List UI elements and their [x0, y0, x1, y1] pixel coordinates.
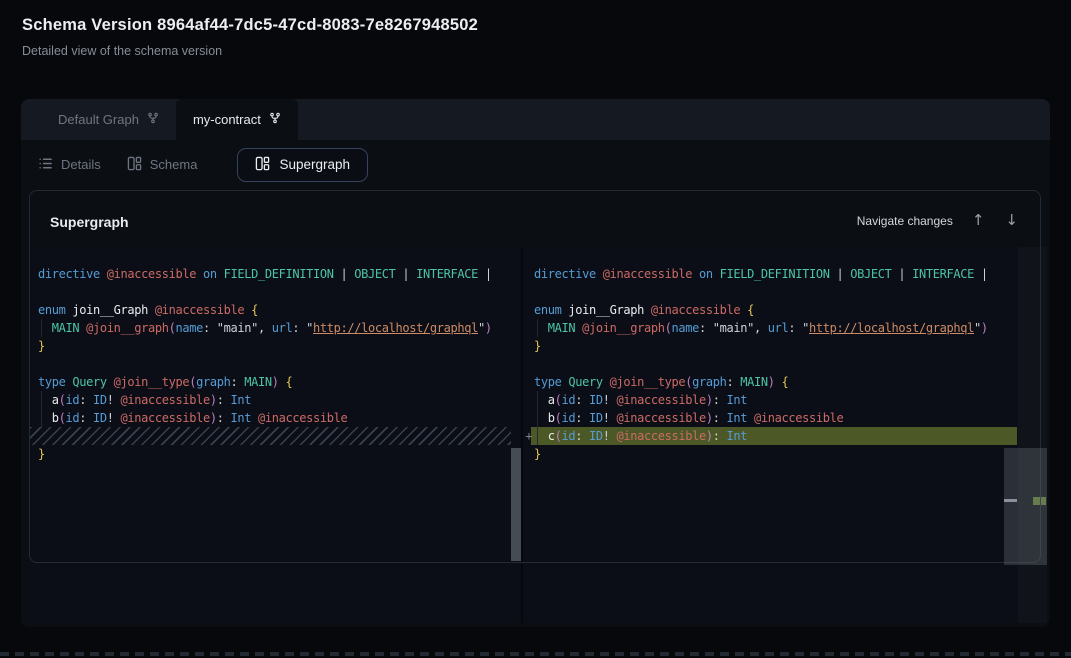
code-line: MAIN @join__graph(name: "main", url: "ht… — [534, 319, 1004, 337]
section-title: Supergraph — [50, 214, 129, 230]
code-line: type Query @join__type(graph: MAIN) { — [38, 373, 511, 391]
tab-label: Supergraph — [279, 157, 350, 172]
navigate-changes-label: Navigate changes — [857, 214, 953, 228]
code-line — [534, 283, 1004, 301]
indent-guide — [537, 391, 538, 445]
arrow-up-icon: ↑ — [972, 211, 985, 229]
code-line: b(id: ID! @inaccessible): Int @inaccessi… — [38, 409, 511, 427]
tab-label: Default Graph — [58, 112, 139, 127]
insert-sign: + — [522, 427, 536, 445]
bottom-dashed-divider — [0, 652, 1071, 656]
diff-editor: directive @inaccessible on FIELD_DEFINIT… — [30, 247, 1047, 623]
panels-icon — [255, 156, 270, 174]
diff-modified-pane[interactable]: directive @inaccessible on FIELD_DEFINIT… — [523, 247, 1004, 623]
code-line: enum join__Graph @inaccessible { — [534, 301, 1004, 319]
tab-label: my-contract — [193, 112, 261, 127]
added-code-line: c(id: ID! @inaccessible): Int — [534, 427, 1004, 445]
left-scrollbar-thumb[interactable] — [511, 448, 521, 561]
code-line: directive @inaccessible on FIELD_DEFINIT… — [38, 265, 511, 283]
tab-label: Schema — [150, 157, 198, 172]
code-line: a(id: ID! @inaccessible): Int — [38, 391, 511, 409]
code-line: directive @inaccessible on FIELD_DEFINIT… — [534, 265, 1004, 283]
code-line: } — [534, 445, 1004, 463]
tab-supergraph[interactable]: Supergraph — [237, 148, 368, 182]
code-line: type Query @join__type(graph: MAIN) { — [534, 373, 1004, 391]
tab-default-graph[interactable]: Default Graph — [41, 99, 176, 140]
code-line — [534, 355, 1004, 373]
code-link[interactable]: http://localhost/graphql — [313, 321, 478, 335]
screen: Schema Version 8964af44-7dc5-47cd-8083-7… — [0, 0, 1071, 658]
view-tabs: Details Schema Supergraph — [21, 140, 1050, 189]
diff-original-pane[interactable]: directive @inaccessible on FIELD_DEFINIT… — [30, 247, 511, 623]
right-scrollbar-thumb[interactable] — [1004, 448, 1047, 565]
tab-schema[interactable]: Schema — [127, 156, 198, 174]
pane-divider[interactable] — [521, 247, 523, 623]
schema-version-card: Default Graph my-contract Details Schema… — [21, 99, 1050, 627]
indent-guide — [41, 391, 42, 427]
code-line: enum join__Graph @inaccessible { — [38, 301, 511, 319]
code-link[interactable]: http://localhost/graphql — [809, 321, 974, 335]
code-line: b(id: ID! @inaccessible): Int @inaccessi… — [534, 409, 1004, 427]
tab-details[interactable]: Details — [38, 156, 101, 174]
overview-ruler — [1004, 247, 1018, 623]
indent-guide — [537, 319, 538, 337]
navigate-changes: Navigate changes ↑ ↓ — [857, 211, 1020, 230]
code-line: } — [38, 337, 511, 355]
arrow-down-icon: ↓ — [1005, 211, 1018, 229]
navigate-down-button[interactable]: ↓ — [1003, 211, 1020, 230]
page-subtitle: Detailed view of the schema version — [22, 44, 222, 58]
code-line: } — [534, 337, 1004, 355]
code-line: a(id: ID! @inaccessible): Int — [534, 391, 1004, 409]
code-line: MAIN @join__graph(name: "main", url: "ht… — [38, 319, 511, 337]
fork-icon — [147, 112, 159, 127]
panels-icon — [127, 156, 142, 174]
code-line: } — [38, 445, 511, 463]
page-title: Schema Version 8964af44-7dc5-47cd-8083-7… — [22, 16, 478, 35]
list-icon — [38, 156, 53, 174]
diff-placeholder-line — [30, 427, 511, 445]
minimap[interactable] — [1018, 247, 1047, 623]
code-line — [38, 283, 511, 301]
graph-tabs: Default Graph my-contract — [21, 99, 1050, 140]
fork-icon — [269, 112, 281, 127]
navigate-up-button[interactable]: ↑ — [970, 211, 987, 230]
tab-my-contract[interactable]: my-contract — [176, 99, 298, 140]
indent-guide — [41, 319, 42, 337]
left-scrollbar[interactable] — [511, 247, 521, 623]
code-line — [38, 355, 511, 373]
tab-label: Details — [61, 157, 101, 172]
